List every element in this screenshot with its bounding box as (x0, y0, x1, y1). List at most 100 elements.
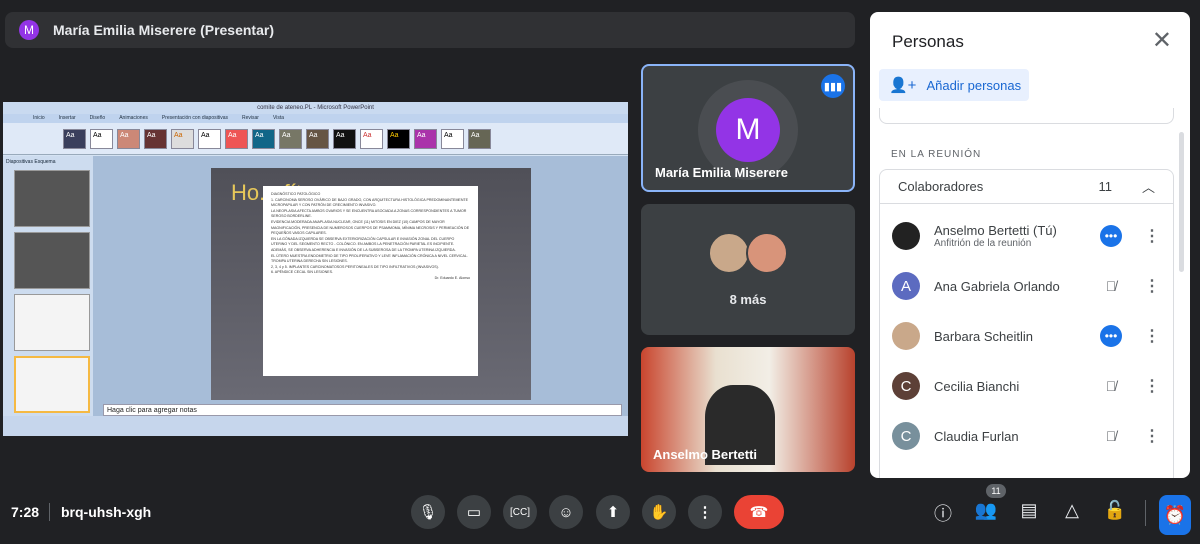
tile-name: María Emilia Miserere (655, 165, 788, 180)
alarm-icon: ⏰ (1163, 504, 1187, 525)
participant-row: Barbara Scheitlin ••• ⋮ (892, 316, 1162, 356)
more-vert-icon[interactable]: ⋮ (1142, 376, 1162, 396)
notes-field: Haga clic para agregar notas (103, 404, 622, 416)
meeting-info-icon[interactable]: ⓘ (931, 500, 955, 526)
avatar (746, 232, 788, 274)
slide-thumbnail (14, 231, 90, 289)
panel-title: Personas (892, 32, 964, 51)
camera-button[interactable]: ▭ (457, 495, 491, 529)
slide: Ho... fít... DIAGNÓSTICO PATOLÓGICO 1. C… (211, 168, 531, 400)
hang-up-icon: ☎ (749, 504, 769, 521)
mic-off-icon: 🎙̸ (1105, 378, 1117, 394)
emoji-icon: ☺ (558, 503, 574, 521)
ppt-tab: Vista (272, 115, 284, 121)
ppt-tab: Inicio (33, 115, 45, 121)
speaking-dots-icon: ••• (1100, 325, 1122, 347)
avatar: C (892, 422, 920, 450)
chat-icon[interactable]: ▤ (1017, 500, 1041, 521)
microphone-button[interactable]: 🎙 (411, 495, 445, 529)
group-header[interactable]: Colaboradores 11 ︿ (880, 170, 1173, 204)
speaking-indicator-icon: ▮▮▮ (821, 74, 845, 98)
more-vert-icon[interactable]: ⋮ (1142, 226, 1162, 246)
doc-line: LA NEOPLASIA AFECTA AMBOS OVARIOS Y SE E… (271, 208, 467, 219)
alarm-clock-button[interactable]: ⏰ (1159, 495, 1191, 535)
doc-line: EN LA GÓNADA IZQUIERDA SE OBSERVA EXTERI… (271, 236, 455, 247)
participant-row: Anselmo Bertetti (Tú) Anfitrión de la reu… (892, 216, 1162, 256)
more-vert-icon[interactable]: ⋮ (1142, 276, 1162, 296)
more-vert-icon[interactable]: ⋮ (1142, 326, 1162, 346)
screen-share: comite de ateneo.PL - Microsoft PowerPoi… (3, 102, 628, 436)
presenter-label: María Emilia Miserere (Presentar) (53, 22, 274, 38)
ppt-status-bar (3, 416, 628, 436)
participant-row: C Claudia Furlan 🎙̸ ⋮ (892, 416, 1162, 456)
raise-hand-button[interactable]: ✋ (642, 495, 676, 529)
slide-thumbnails: Diapositivas Esquema (3, 156, 93, 416)
chevron-up-icon: ︿ (1141, 180, 1155, 195)
close-icon[interactable]: ✕ (1152, 26, 1172, 55)
participant-role: Anfitrión de la reunión (934, 238, 1032, 249)
captions-button[interactable]: [CC] (503, 495, 537, 529)
more-vert-icon[interactable]: ⋮ (1142, 426, 1162, 446)
section-label: EN LA REUNIÓN (891, 149, 982, 160)
ppt-tab: Presentación con diapositivas (161, 115, 229, 121)
participant-row: C Cecilia Bianchi 🎙̸ ⋮ (892, 366, 1162, 406)
meeting-code[interactable]: brq-uhsh-xgh (61, 504, 151, 520)
ppt-tab: Revisar (242, 115, 259, 121)
ppt-tab: Animaciones (119, 115, 148, 121)
present-button[interactable]: ⬆ (596, 495, 630, 529)
host-controls-lock-icon[interactable]: 🔓 (1103, 500, 1127, 521)
reactions-button[interactable]: ☺ (549, 495, 583, 529)
ppt-tab: Insertar (58, 115, 76, 121)
tile-more-participants[interactable]: 8 más (641, 204, 855, 335)
microphone-icon: 🎙 (418, 504, 438, 521)
tile-name: Anselmo Bertetti (653, 447, 758, 462)
slide-thumbnail (14, 355, 90, 413)
participant-name: Anselmo Bertetti (Tú) (934, 223, 1057, 238)
more-vert-icon: ⋮ (697, 504, 713, 521)
activities-icon[interactable]: △ (1060, 500, 1084, 521)
more-label: 8 más (729, 292, 767, 307)
ppt-tab: Diseño (89, 115, 106, 121)
doc-line: ADEMÁS, SE OBSERVA ADHERENCIA E INVASIÓN… (271, 247, 456, 252)
ppt-window-title: comite de ateneo.PL - Microsoft PowerPoi… (3, 102, 628, 114)
pathology-document: DIAGNÓSTICO PATOLÓGICO 1. CARCINOMA SERO… (263, 186, 478, 376)
leave-call-button[interactable]: ☎ (734, 495, 784, 529)
avatar: M (716, 98, 780, 162)
ppt-themes-ribbon: Aa Aa Aa Aa Aa Aa Aa Aa Aa Aa Aa Aa Aa Aa Aa Aa (3, 123, 628, 155)
more-options-button[interactable]: ⋮ (688, 495, 722, 529)
add-person-icon: 👤+ (889, 77, 917, 94)
participant-name: Claudia Furlan (934, 428, 1019, 444)
people-icon[interactable]: 👥 (974, 500, 998, 521)
slide-thumbnail (14, 170, 90, 227)
avatar (892, 222, 920, 250)
tile-presenter[interactable]: M ▮▮▮ María Emilia Miserere (641, 64, 855, 192)
avatar: C (892, 372, 920, 400)
search-box[interactable] (879, 108, 1174, 124)
tile-camera[interactable]: Anselmo Bertetti (641, 347, 855, 472)
clock: 7:28 (11, 504, 40, 520)
people-count-badge: 11 (986, 484, 1006, 498)
avatar (892, 322, 920, 350)
group-count: 11 (1098, 179, 1112, 194)
doc-line: 1. CARCINOMA SEROSO OVÁRICO DE BAJO GRAD… (271, 197, 469, 208)
doc-line: EVIDENCIA MODERADA ANAPLASIA NUCLEAR, ON… (271, 219, 470, 236)
slide-stage: Ho... fít... DIAGNÓSTICO PATOLÓGICO 1. C… (93, 156, 628, 416)
ppt-ribbon-tabs: Inicio Insertar Diseño Animaciones Prese… (3, 114, 628, 123)
doc-line: Dr. Eduardo E. Alonso (434, 275, 470, 280)
panel-tab: Esquema (34, 159, 56, 165)
slide-thumbnail (14, 293, 90, 351)
add-people-label: Añadir personas (926, 77, 1022, 93)
panel-tab: Diapositivas (6, 159, 33, 165)
participant-row: A Ana Gabriela Orlando 🎙̸ ⋮ (892, 266, 1162, 306)
speaking-dots-icon: ••• (1100, 225, 1122, 247)
camera-icon: ▭ (466, 504, 482, 521)
captions-icon: [CC] (510, 506, 530, 518)
people-panel: Personas ✕ 👤+ Añadir personas EN LA REUNI… (870, 12, 1190, 478)
mic-off-icon: 🎙̸ (1105, 278, 1117, 294)
present-screen-icon: ⬆ (606, 504, 620, 521)
mic-off-icon: 🎙̸ (1105, 428, 1117, 444)
group-label: Colaboradores (898, 179, 984, 194)
add-people-button[interactable]: 👤+ Añadir personas (879, 69, 1029, 101)
participant-name: Barbara Scheitlin (934, 328, 1033, 344)
scrollbar[interactable] (1179, 132, 1184, 272)
